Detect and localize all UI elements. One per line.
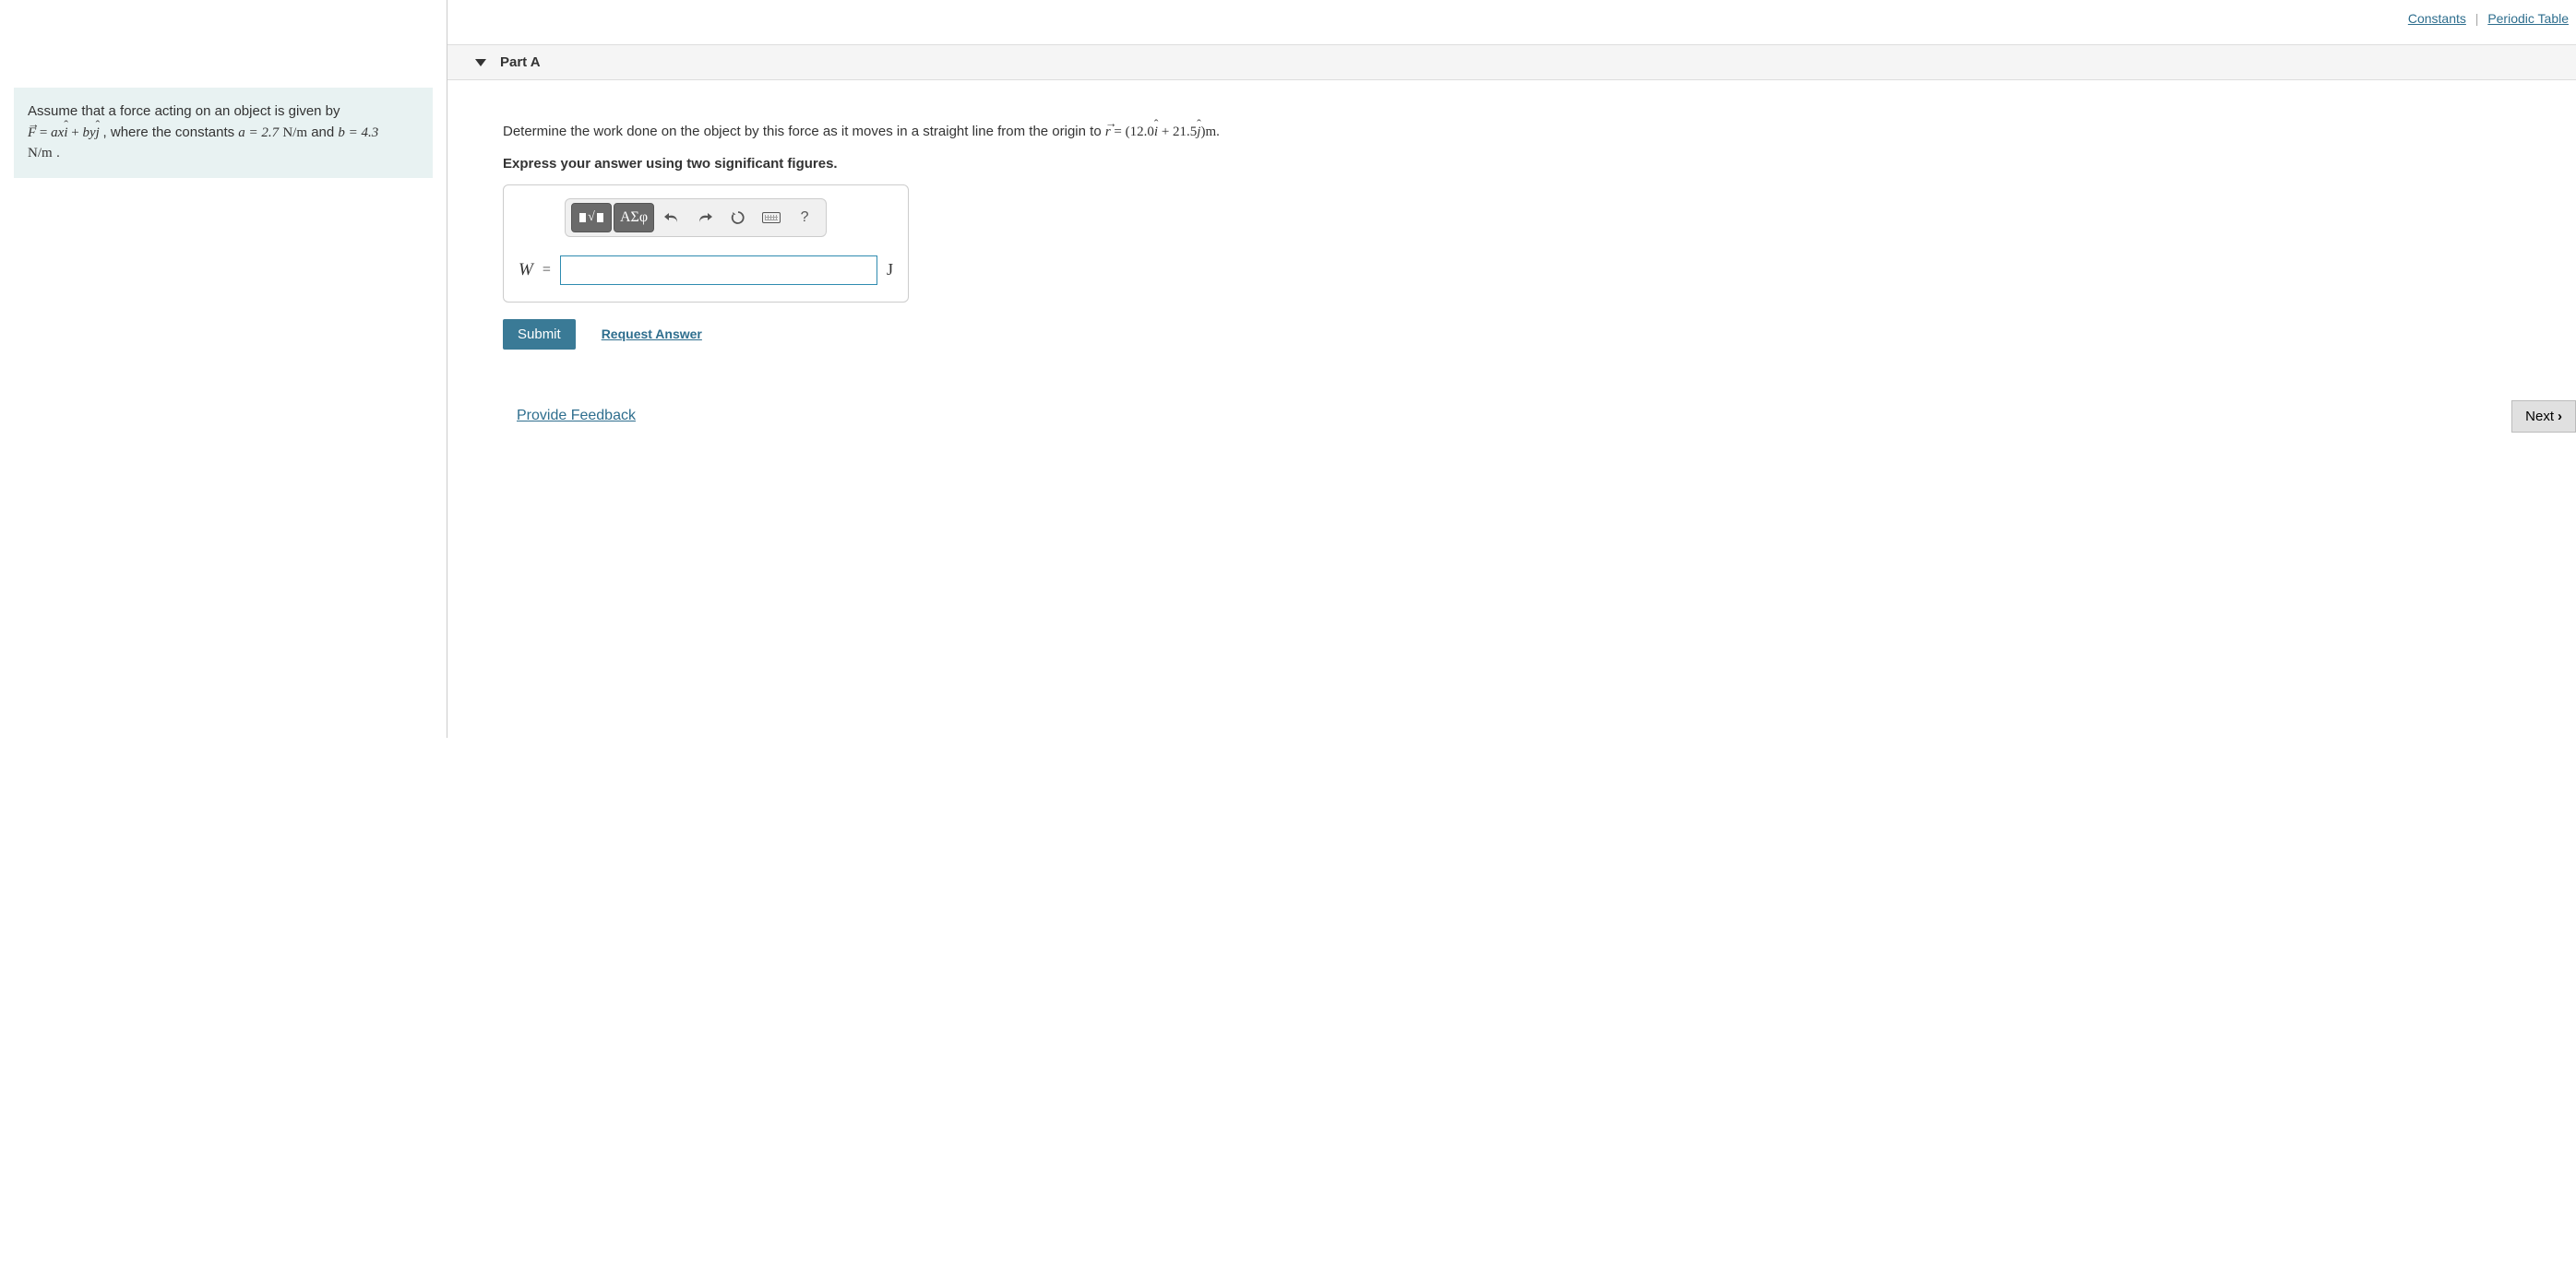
next-button[interactable]: Next › xyxy=(2511,400,2576,433)
a-units: N/m xyxy=(282,125,307,140)
chevron-right-icon: › xyxy=(2558,409,2562,424)
answer-row: W = J xyxy=(519,255,893,285)
collapse-icon xyxy=(475,59,486,66)
help-button[interactable]: ? xyxy=(789,203,820,232)
problem-statement: Assume that a force acting on an object … xyxy=(14,88,433,178)
templates-icon: √ xyxy=(579,210,603,225)
problem-constants-text: , where the constants xyxy=(103,125,239,140)
r-val-mid: + 21.5 xyxy=(1158,125,1197,139)
answer-box: √ ΑΣφ ? xyxy=(503,184,909,303)
r-vector: →r = (12.0ˆi + 21.5ˆj)m. xyxy=(1105,125,1220,139)
answer-input[interactable] xyxy=(560,255,877,285)
greek-button[interactable]: ΑΣφ xyxy=(614,203,654,232)
part-title: Part A xyxy=(500,54,541,70)
provide-feedback-link[interactable]: Provide Feedback xyxy=(517,408,636,424)
question-prefix: Determine the work done on the object by… xyxy=(503,124,1105,139)
answer-instruction: Express your answer using two significan… xyxy=(503,156,2576,172)
variable-label: W xyxy=(519,260,533,280)
reset-icon xyxy=(731,210,745,225)
top-links: Constants | Periodic Table xyxy=(447,0,2576,44)
reset-button[interactable] xyxy=(722,203,754,232)
templates-button[interactable]: √ xyxy=(571,203,612,232)
keyboard-button[interactable] xyxy=(756,203,787,232)
action-row: Submit Request Answer xyxy=(503,319,2576,350)
request-answer-link[interactable]: Request Answer xyxy=(602,326,702,341)
unit-label: J xyxy=(887,260,893,279)
r-val-1: (12.0 xyxy=(1126,125,1154,139)
part-header[interactable]: Part A xyxy=(447,44,2576,80)
constants-link[interactable]: Constants xyxy=(2408,11,2466,26)
r-val-end: )m. xyxy=(1200,125,1219,139)
force-equation: →F = axˆi + byˆj xyxy=(28,125,103,140)
b-units: N/m xyxy=(28,146,53,160)
redo-button[interactable] xyxy=(689,203,721,232)
redo-icon xyxy=(697,211,713,224)
main-panel: Constants | Periodic Table Part A Determ… xyxy=(447,0,2576,738)
submit-button[interactable]: Submit xyxy=(503,319,576,350)
period: . xyxy=(56,145,60,160)
undo-button[interactable] xyxy=(656,203,687,232)
question-text: Determine the work done on the object by… xyxy=(503,122,2576,143)
problem-intro: Assume that a force acting on an object … xyxy=(28,103,340,119)
equals-sign: = xyxy=(543,262,551,279)
problem-sidebar: Assume that a force acting on an object … xyxy=(0,0,447,738)
periodic-table-link[interactable]: Periodic Table xyxy=(2487,11,2569,26)
part-body: Determine the work done on the object by… xyxy=(447,80,2576,433)
b-value: b = 4.3 xyxy=(338,125,378,140)
equation-toolbar: √ ΑΣφ ? xyxy=(565,198,827,237)
footer-row: Provide Feedback Next › xyxy=(503,400,2576,433)
link-separator: | xyxy=(2475,11,2479,26)
undo-icon xyxy=(663,211,680,224)
and-text: and xyxy=(311,125,338,140)
a-value: a = 2.7 xyxy=(238,125,279,140)
next-label: Next xyxy=(2525,409,2554,424)
keyboard-icon xyxy=(762,212,781,223)
